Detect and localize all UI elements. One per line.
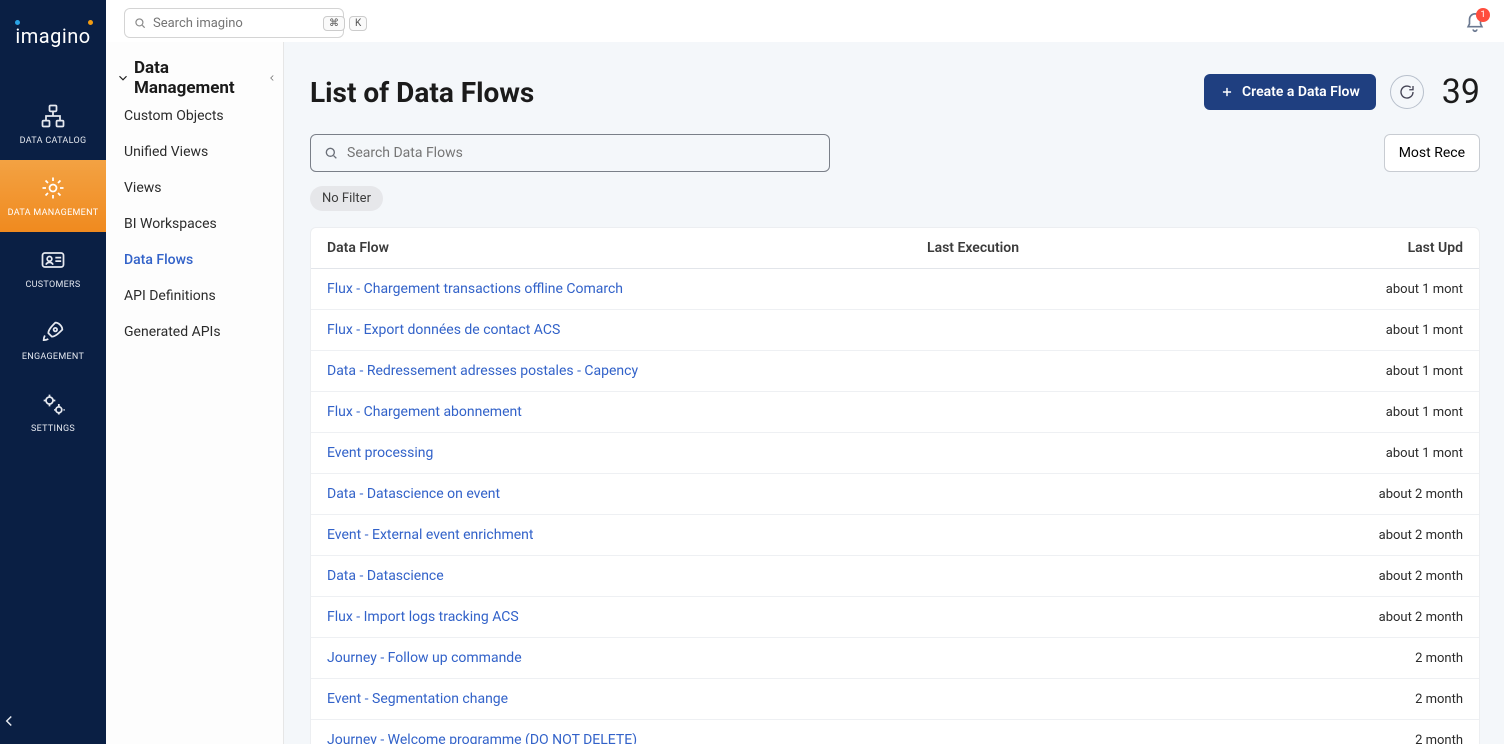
global-search-input[interactable] [153, 16, 319, 31]
secondary-nav: Data Management Custom Objects Unified V… [106, 0, 284, 744]
rail-label: DATA MANAGEMENT [8, 208, 99, 218]
filter-chip-no-filter[interactable]: No Filter [310, 186, 383, 211]
rail-item-settings[interactable]: SETTINGS [0, 376, 106, 448]
table-row[interactable]: Data - Redressement adresses postales - … [311, 351, 1479, 392]
chevron-down-icon [116, 71, 130, 85]
subnav-item-bi-workspaces[interactable]: BI Workspaces [106, 206, 283, 242]
data-flows-table: Data Flow Last Execution Last Upd Flux -… [310, 227, 1480, 744]
table-header: Data Flow Last Execution Last Upd [311, 228, 1479, 269]
flow-last-updated: about 1 mont [1243, 364, 1463, 379]
table-row[interactable]: Event - External event enrichment about 2… [311, 515, 1479, 556]
subnav-collapse-toggle[interactable] [267, 73, 277, 83]
page-title: List of Data Flows [310, 76, 534, 109]
refresh-button[interactable] [1390, 75, 1424, 109]
rail-label: ENGAGEMENT [22, 352, 84, 362]
flow-name-link[interactable]: Data - Datascience [327, 568, 927, 584]
flow-last-updated: about 2 month [1243, 610, 1463, 625]
table-row[interactable]: Data - Datascience about 2 month [311, 556, 1479, 597]
table-row[interactable]: Flux - Export données de contact ACS abou… [311, 310, 1479, 351]
table-row[interactable]: Event - Segmentation change 2 month [311, 679, 1479, 720]
col-header-last-updated: Last Upd [1243, 240, 1463, 256]
flow-name-link[interactable]: Journey - Welcome programme (DO NOT DELE… [327, 732, 927, 744]
rail-item-customers[interactable]: CUSTOMERS [0, 232, 106, 304]
flow-name-link[interactable]: Data - Datascience on event [327, 486, 927, 502]
table-row[interactable]: Journey - Welcome programme (DO NOT DELE… [311, 720, 1479, 744]
subnav-item-generated-apis[interactable]: Generated APIs [106, 314, 283, 350]
flow-search-box[interactable] [310, 134, 830, 172]
refresh-icon [1398, 83, 1416, 101]
table-row[interactable]: Event processing about 1 mont [311, 433, 1479, 474]
id-card-icon [39, 246, 67, 274]
sort-label: Most Rece [1399, 145, 1465, 161]
top-bar: ⌘ K 1 [106, 0, 1504, 42]
flow-name-link[interactable]: Flux - Chargement transactions offline C… [327, 281, 927, 297]
rail-collapse-toggle[interactable] [0, 712, 106, 730]
flow-last-updated: about 2 month [1243, 487, 1463, 502]
rail-label: SETTINGS [31, 424, 75, 434]
hierarchy-icon [39, 102, 67, 130]
flow-last-updated: about 1 mont [1243, 282, 1463, 297]
brand-text: imagino [15, 24, 90, 48]
flow-last-updated: 2 month [1243, 692, 1463, 707]
sort-dropdown[interactable]: Most Rece [1384, 134, 1480, 172]
rocket-icon [39, 318, 67, 346]
table-row[interactable]: Flux - Chargement transactions offline C… [311, 269, 1479, 310]
flow-name-link[interactable]: Event - Segmentation change [327, 691, 927, 707]
global-search-box[interactable]: ⌘ K [124, 8, 344, 38]
flow-last-updated: about 2 month [1243, 569, 1463, 584]
table-row[interactable]: Data - Datascience on event about 2 month [311, 474, 1479, 515]
col-header-name: Data Flow [327, 240, 927, 256]
rail-label: DATA CATALOG [20, 136, 87, 146]
table-row[interactable]: Journey - Follow up commande 2 month [311, 638, 1479, 679]
search-icon [133, 16, 147, 30]
flow-name-link[interactable]: Flux - Chargement abonnement [327, 404, 927, 420]
primary-nav-rail: imagino DATA CATALOG DATA MANAGEMENT CUS… [0, 0, 106, 744]
main-content: List of Data Flows Create a Data Flow 39… [284, 0, 1504, 744]
table-row[interactable]: Flux - Import logs tracking ACS about 2 m… [311, 597, 1479, 638]
flow-last-updated: 2 month [1243, 651, 1463, 666]
flow-last-updated: 2 month [1243, 733, 1463, 744]
shortcut-key: K [349, 16, 367, 31]
flow-last-updated: about 1 mont [1243, 446, 1463, 461]
flow-name-link[interactable]: Event processing [327, 445, 927, 461]
create-data-flow-button[interactable]: Create a Data Flow [1204, 74, 1376, 110]
table-row[interactable]: Flux - Chargement abonnement about 1 mont [311, 392, 1479, 433]
flow-last-updated: about 1 mont [1243, 405, 1463, 420]
flow-name-link[interactable]: Journey - Follow up commande [327, 650, 927, 666]
subnav-title: Data Management [134, 58, 267, 98]
notification-badge: 1 [1476, 8, 1490, 22]
flow-name-link[interactable]: Data - Redressement adresses postales - … [327, 363, 927, 379]
subnav-item-views[interactable]: Views [106, 170, 283, 206]
shortcut-key: ⌘ [323, 16, 345, 31]
subnav-item-api-definitions[interactable]: API Definitions [106, 278, 283, 314]
gear-flow-icon [39, 174, 67, 202]
rail-item-data-catalog[interactable]: DATA CATALOG [0, 88, 106, 160]
flow-search-input[interactable] [347, 145, 817, 161]
flow-count: 39 [1442, 72, 1480, 112]
create-button-label: Create a Data Flow [1242, 84, 1360, 100]
flow-name-link[interactable]: Flux - Export données de contact ACS [327, 322, 927, 338]
flow-name-link[interactable]: Flux - Import logs tracking ACS [327, 609, 927, 625]
subnav-item-custom-objects[interactable]: Custom Objects [106, 98, 283, 134]
rail-item-engagement[interactable]: ENGAGEMENT [0, 304, 106, 376]
flow-name-link[interactable]: Event - External event enrichment [327, 527, 927, 543]
col-header-last-execution: Last Execution [927, 240, 1243, 256]
gears-icon [39, 390, 67, 418]
brand-logo: imagino [15, 24, 90, 48]
flow-last-updated: about 1 mont [1243, 323, 1463, 338]
flow-last-updated: about 2 month [1243, 528, 1463, 543]
subnav-item-data-flows[interactable]: Data Flows [106, 242, 283, 278]
rail-label: CUSTOMERS [25, 280, 80, 290]
notifications-button[interactable]: 1 [1464, 12, 1486, 34]
plus-icon [1220, 85, 1234, 99]
rail-item-data-management[interactable]: DATA MANAGEMENT [0, 160, 106, 232]
subnav-header[interactable]: Data Management [116, 58, 277, 98]
subnav-item-unified-views[interactable]: Unified Views [106, 134, 283, 170]
search-icon [323, 145, 339, 161]
